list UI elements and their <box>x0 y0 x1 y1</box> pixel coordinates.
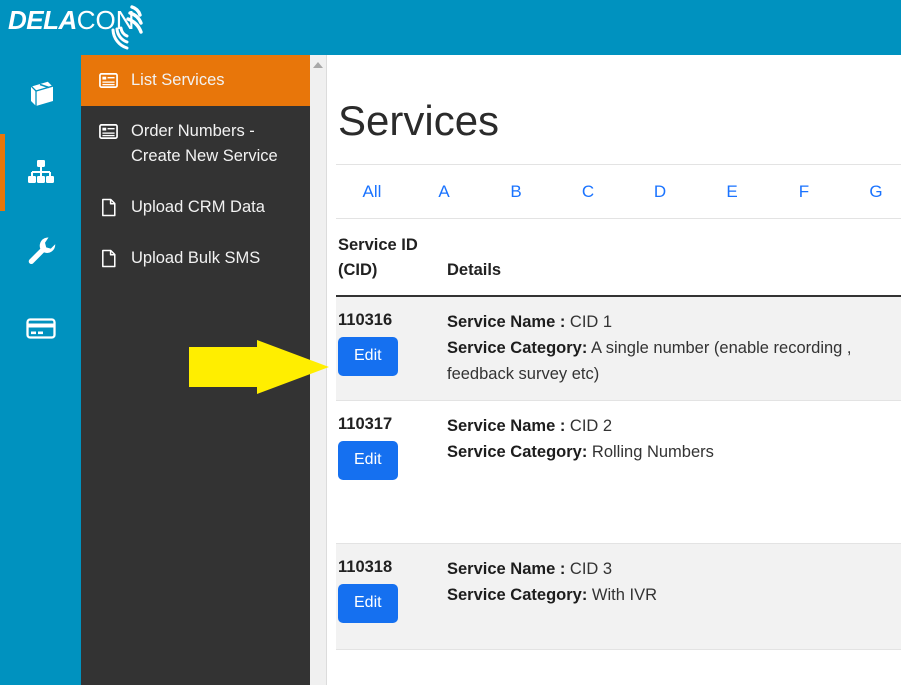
service-category-value: Rolling Numbers <box>591 443 714 461</box>
rail-item-billing[interactable] <box>0 289 81 367</box>
service-category-label: Service Category: <box>447 586 588 604</box>
service-id-value: 110318 <box>338 558 393 576</box>
column-header-service-id: Service ID (CID) <box>338 233 447 283</box>
table-cell-details: Service Name : CID 3 Service Category: W… <box>447 556 901 637</box>
sidebar-item-list-services[interactable]: List Services <box>81 55 310 106</box>
service-name-value: CID 3 <box>569 560 613 578</box>
top-header-bar: DELACON <box>0 0 901 55</box>
table-cell-details: Service Name : CID 2 Service Category: R… <box>447 413 901 531</box>
table-row: 110316 Edit Service Name : CID 1 Service… <box>336 297 901 401</box>
alpha-filter-a[interactable]: A <box>408 182 480 202</box>
service-name-label: Service Name : <box>447 560 566 578</box>
rail-item-reports[interactable] <box>0 55 81 133</box>
table-row: 110317 Edit Service Name : CID 2 Service… <box>336 401 901 544</box>
wrench-icon <box>28 237 55 264</box>
alpha-filter-f[interactable]: F <box>768 182 840 202</box>
sidebar-item-label: Upload CRM Data <box>131 198 265 216</box>
table-cell-service-id: 110317 Edit <box>338 413 447 531</box>
service-name-label: Service Name : <box>447 417 566 435</box>
column-header-details: Details <box>447 261 502 279</box>
alpha-filter-all[interactable]: All <box>336 182 408 202</box>
main-content: Services All A B C D E F G Service ID (C… <box>327 55 901 685</box>
service-id-value: 110316 <box>338 311 393 329</box>
service-name-value: CID 2 <box>569 417 613 435</box>
service-category-value: With IVR <box>591 586 658 604</box>
column-header-line1: Service ID <box>338 236 418 254</box>
sidebar-item-upload-crm-data[interactable]: Upload CRM Data <box>81 182 310 233</box>
page-title: Services <box>338 97 500 144</box>
service-category-label: Service Category: <box>447 339 588 357</box>
file-icon <box>102 249 116 268</box>
scroll-up-arrow-icon[interactable] <box>313 62 323 68</box>
content-scrollbar[interactable] <box>310 55 327 685</box>
edit-button[interactable]: Edit <box>338 337 398 376</box>
sitemap-icon <box>27 160 54 183</box>
table-header: Service ID (CID) Details <box>336 219 901 297</box>
sidebar-nav: List Services Order Numbers - Create New… <box>81 55 310 685</box>
signal-waves-icon <box>111 5 143 50</box>
alpha-filter-b[interactable]: B <box>480 182 552 202</box>
sidebar-item-label: Upload Bulk SMS <box>131 249 261 267</box>
alpha-filter-g[interactable]: G <box>840 182 901 202</box>
icon-rail <box>0 55 81 685</box>
table-cell-service-id: 110316 Edit <box>338 309 447 388</box>
service-id-value: 110317 <box>338 415 393 433</box>
alpha-filter-e[interactable]: E <box>696 182 768 202</box>
sidebar-item-label: List Services <box>131 71 225 89</box>
service-name-value: CID 1 <box>569 313 613 331</box>
rail-item-settings[interactable] <box>0 211 81 289</box>
alpha-filter-c[interactable]: C <box>552 182 624 202</box>
edit-button[interactable]: Edit <box>338 584 398 623</box>
column-header-line2: (CID) <box>338 261 378 279</box>
table-cell-details: Service Name : CID 1 Service Category: A… <box>447 309 901 388</box>
list-icon <box>99 72 118 89</box>
file-icon <box>102 198 116 217</box>
edit-button[interactable]: Edit <box>338 441 398 480</box>
sidebar-item-upload-bulk-sms[interactable]: Upload Bulk SMS <box>81 233 310 284</box>
alphabet-filter: All A B C D E F G <box>336 164 901 219</box>
logo-primary-text: DELA <box>8 5 77 35</box>
list-icon <box>99 123 118 140</box>
sidebar-item-order-numbers[interactable]: Order Numbers - Create New Service <box>81 106 310 182</box>
table-row: 110318 Edit Service Name : CID 3 Service… <box>336 544 901 650</box>
rail-item-services[interactable] <box>0 133 81 211</box>
delacon-logo[interactable]: DELACON <box>8 3 168 55</box>
alpha-filter-d[interactable]: D <box>624 182 696 202</box>
service-name-label: Service Name : <box>447 313 566 331</box>
book-icon <box>29 80 54 106</box>
sidebar-item-label: Order Numbers - Create New Service <box>131 122 278 165</box>
table-cell-service-id: 110318 Edit <box>338 556 447 637</box>
credit-card-icon <box>25 318 56 339</box>
service-category-label: Service Category: <box>447 443 588 461</box>
app-window: DELACON List Services Order Numbers - Cr… <box>0 0 901 685</box>
